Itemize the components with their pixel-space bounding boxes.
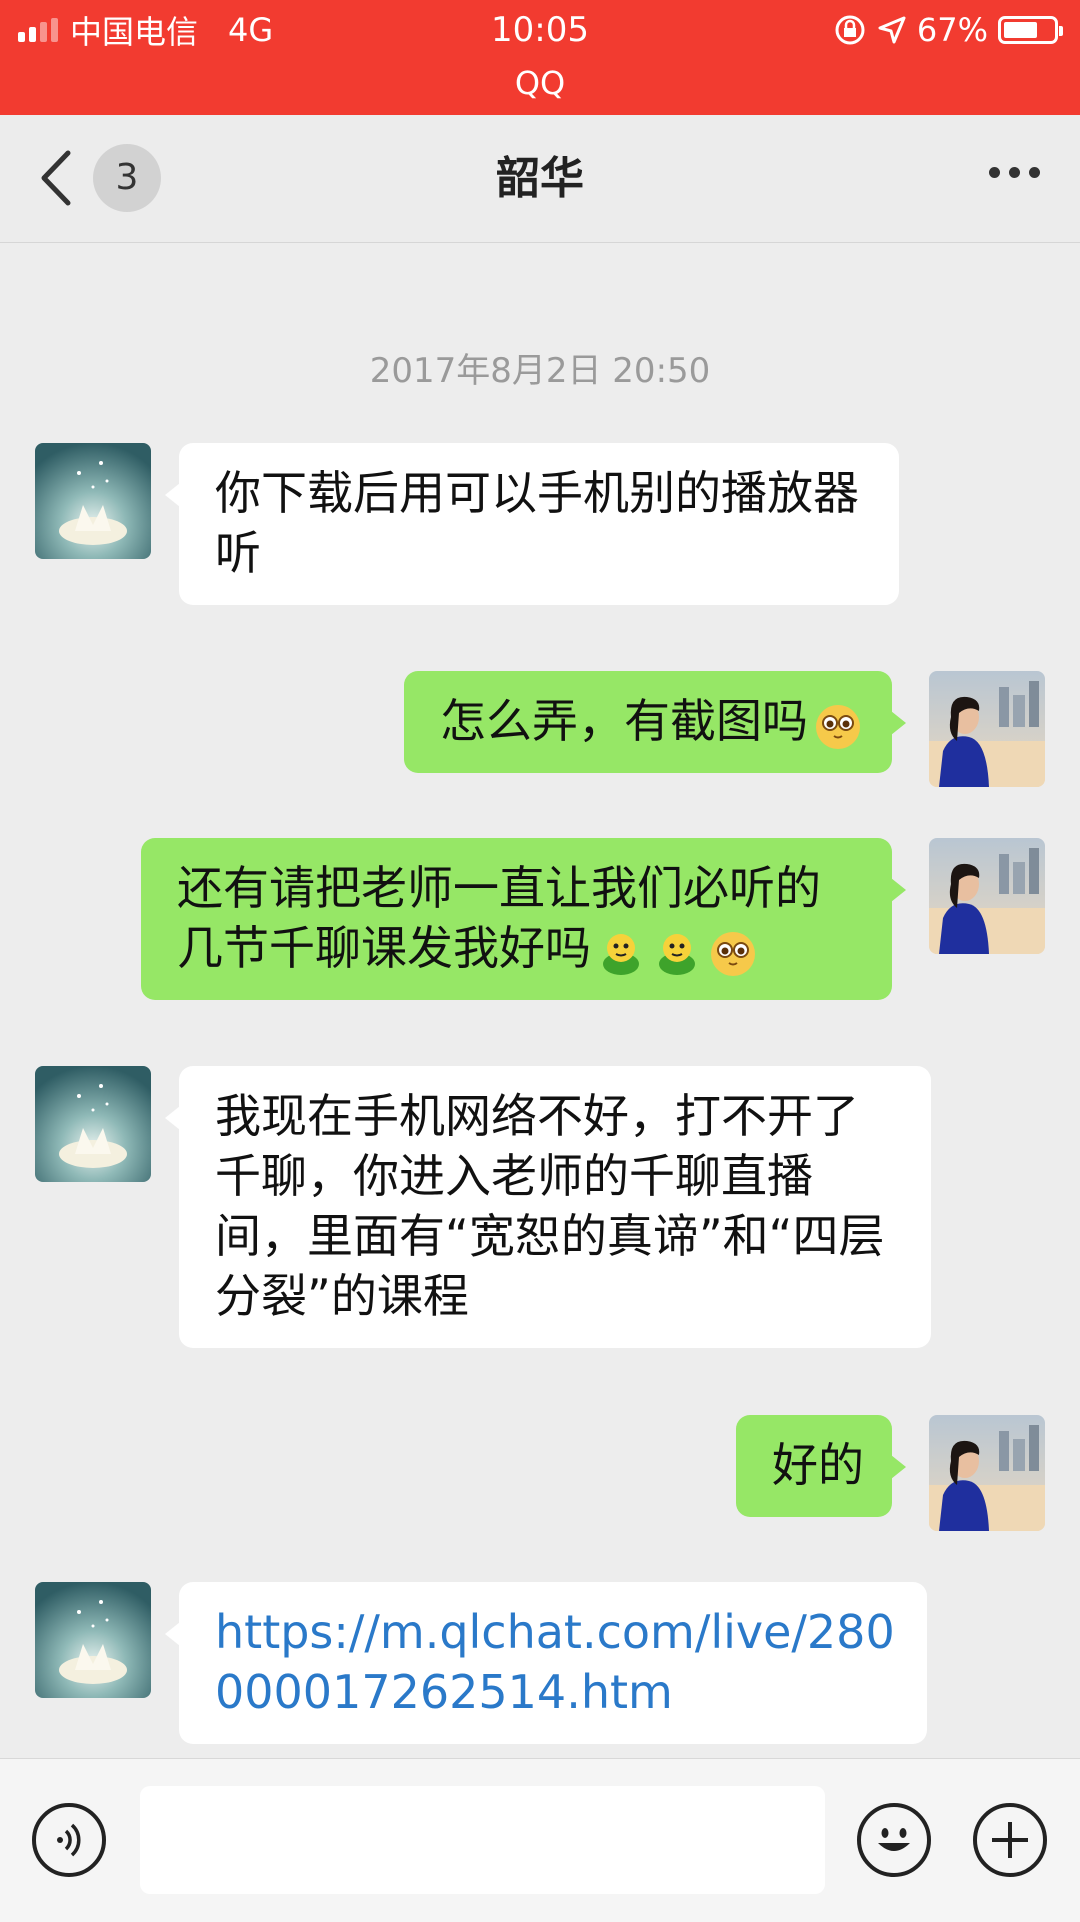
contact-avatar[interactable]	[35, 443, 151, 559]
message-timestamp: 2017年8月2日 20:50	[369, 351, 711, 391]
status-bar: 中国电信 4G 10:05 QQ 67%	[0, 0, 1080, 115]
message-bubble[interactable]: 好的	[736, 1415, 906, 1517]
message-bubble[interactable]: 你下载后用可以手机别的播放器听	[165, 443, 899, 605]
user-avatar[interactable]	[929, 838, 1045, 954]
more-icon[interactable]	[989, 167, 1040, 178]
cute-face-emoji-icon	[816, 704, 860, 749]
user-avatar[interactable]	[929, 671, 1045, 787]
message-link[interactable]: https://m.qlchat.com/live/28000001726251…	[215, 1605, 895, 1719]
cute-face-emoji-icon	[711, 931, 755, 976]
plus-icon[interactable]	[973, 1803, 1047, 1877]
green-frog-emoji-icon	[659, 933, 695, 975]
voice-icon[interactable]	[32, 1803, 106, 1877]
contact-avatar[interactable]	[35, 1582, 151, 1698]
message-input[interactable]	[140, 1786, 825, 1894]
battery-percent: 67%	[916, 11, 988, 49]
status-right: 67%	[833, 6, 1064, 54]
battery-icon	[998, 16, 1063, 44]
input-bar	[0, 1758, 1080, 1922]
green-frog-emoji-icon	[603, 933, 639, 975]
message-bubble: https://m.qlchat.com/live/28000001726251…	[165, 1582, 927, 1744]
message-bubble[interactable]: 还有请把老师一直让我们必听的几节千聊课发我好吗	[141, 838, 906, 1000]
app-name: QQ	[514, 64, 566, 102]
emoji-icon[interactable]	[857, 1803, 931, 1877]
lock-rotation-icon	[835, 15, 865, 45]
user-avatar[interactable]	[929, 1415, 1045, 1531]
nav-bar: 3 韶华	[0, 115, 1080, 243]
message-bubble[interactable]: 怎么弄，有截图吗	[404, 671, 906, 773]
chat-title: 韶华	[496, 153, 584, 204]
chat-area[interactable]: 2017年8月2日 20:50 你下载后用可以手机别的播放器听 怎么弄，有截图吗…	[0, 243, 1080, 1758]
message-text: 怎么弄，有截图吗	[440, 694, 808, 748]
contact-avatar[interactable]	[35, 1066, 151, 1182]
message-bubble[interactable]: 我现在手机网络不好，打不开了千聊，你进入老师的千聊直播间，里面有“宽恕的真谛”和…	[165, 1066, 931, 1348]
location-icon	[878, 16, 906, 44]
